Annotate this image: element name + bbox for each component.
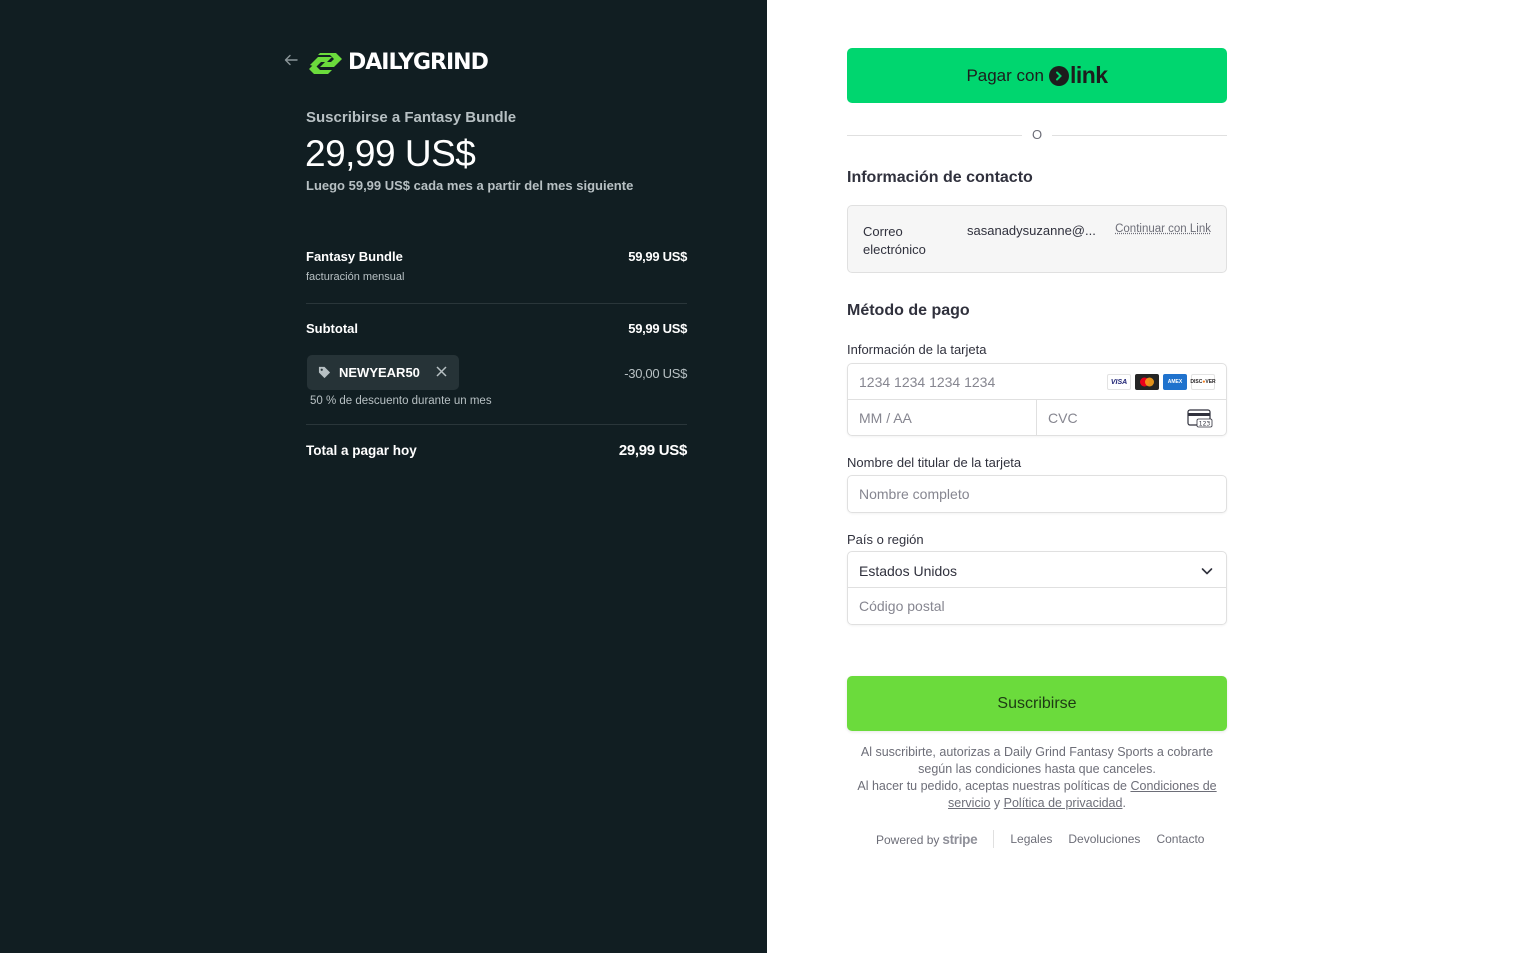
discount-note: 50 % de descuento durante un mes: [310, 395, 492, 407]
expiry-cell: [848, 400, 1037, 436]
contact-info-title: Información de contacto: [847, 169, 1033, 186]
privacy-policy-link[interactable]: Política de privacidad: [1004, 796, 1123, 810]
or-separator: O: [847, 127, 1227, 143]
back-arrow-icon[interactable]: [284, 53, 302, 71]
cvc-input[interactable]: [1048, 400, 1188, 435]
footer-divider: [993, 830, 995, 848]
link-arrow-icon: [1048, 65, 1069, 86]
recurring-price-note: Luego 59,99 US$ cada mes a partir del me…: [306, 178, 634, 193]
logo-wordmark: DAILYGRIND: [348, 49, 489, 75]
email-value: sasanadysuzanne@...: [967, 223, 1096, 238]
email-label: Correo electrónico: [863, 224, 926, 257]
dailygrind-logo[interactable]: DAILYGRIND: [306, 46, 489, 78]
legal-text: Al suscribirte, autorizas a Daily Grind …: [847, 744, 1227, 812]
payment-method-title: Método de pago: [847, 302, 970, 319]
card-brands: VISA AMEX DISC ● VER: [1107, 374, 1216, 390]
country-value: Estados Unidos: [859, 563, 958, 579]
policies-prefix: Al hacer tu pedido, aceptas nuestras pol…: [857, 779, 1127, 793]
cvc-card-icon: 123: [1187, 409, 1213, 428]
line-item: Fantasy Bundle facturación mensual 59,99…: [306, 249, 687, 283]
link-logo: link: [1048, 62, 1108, 89]
visa-icon: VISA: [1107, 374, 1131, 390]
card-number-input[interactable]: [859, 364, 1099, 399]
expiry-input[interactable]: [859, 400, 1029, 435]
product-subscribe-label: Suscribirse a Fantasy Bundle: [306, 109, 517, 126]
amex-icon: AMEX: [1163, 374, 1187, 390]
link-button-label: Pagar con: [966, 65, 1044, 85]
continue-with-link[interactable]: Continuar con Link: [1115, 223, 1211, 235]
subtotal-row: Subtotal 59,99 US$: [306, 321, 687, 336]
postal-code-input[interactable]: [859, 588, 1215, 624]
contact-email-box: Correo electrónico sasanadysuzanne@... C…: [847, 205, 1227, 273]
mastercard-icon: [1135, 374, 1159, 390]
card-number-row: VISA AMEX DISC●VER: [848, 364, 1226, 400]
line-item-amount: 59,99 US$: [628, 249, 687, 264]
footer: Powered by stripe Legales Devoluciones C…: [876, 830, 1220, 848]
discount-amount: -30,00 US$: [624, 366, 687, 381]
chevron-down-icon: [1201, 568, 1213, 575]
footer-link-legal[interactable]: Legales: [1010, 832, 1052, 846]
dailygrind-logo-icon: [309, 53, 342, 74]
cardholder-label: Nombre del titular de la tarjeta: [847, 455, 1022, 470]
billing-address-fields: Estados Unidos: [847, 551, 1227, 625]
subtotal-amount: 59,99 US$: [628, 321, 687, 336]
powered-by-text: Powered by: [876, 832, 940, 847]
stripe-logo: stripe: [942, 831, 978, 847]
card-info-label: Información de la tarjeta: [847, 342, 987, 357]
footer-link-refunds[interactable]: Devoluciones: [1068, 832, 1140, 846]
tag-icon: [318, 366, 331, 379]
discover-icon: DISC ● VER: [1190, 374, 1216, 390]
subscribe-button[interactable]: Suscribirse: [847, 676, 1227, 731]
card-fields: VISA AMEX DISC●VER 123: [847, 363, 1227, 436]
link-wordmark: link: [1069, 62, 1108, 88]
coupon-chip: NEWYEAR50: [307, 355, 459, 390]
cardholder-name-input[interactable]: [859, 476, 1215, 512]
separator-line: [1052, 135, 1227, 136]
powered-by-stripe[interactable]: Powered by stripe: [876, 831, 978, 847]
total-amount: 29,99 US$: [618, 442, 687, 459]
price-today: 29,99 US$: [305, 133, 476, 174]
coupon-code: NEWYEAR50: [339, 365, 420, 380]
svg-text:123: 123: [1199, 421, 1211, 428]
footer-link-contact[interactable]: Contacto: [1156, 832, 1204, 846]
cvc-cell: 123: [1037, 400, 1226, 436]
divider: [306, 303, 687, 304]
authorization-text: Al suscribirte, autorizas a Daily Grind …: [860, 745, 1214, 776]
payment-panel: Pagar con link O Información de contacto…: [767, 0, 1533, 953]
cardholder-field: [847, 475, 1227, 513]
pay-with-link-button[interactable]: Pagar con link: [847, 48, 1227, 103]
line-item-billing: facturación mensual: [306, 271, 405, 283]
and-text: y: [993, 796, 1001, 810]
total-row: Total a pagar hoy 29,99 US$: [306, 442, 687, 459]
remove-coupon-icon[interactable]: [435, 365, 448, 378]
order-summary-panel: DAILYGRIND Suscribirse a Fantasy Bundle …: [0, 0, 767, 953]
country-select[interactable]: Estados Unidos: [848, 552, 1226, 588]
divider: [306, 424, 687, 425]
period: .: [1122, 796, 1126, 810]
country-label: País o región: [847, 532, 924, 547]
